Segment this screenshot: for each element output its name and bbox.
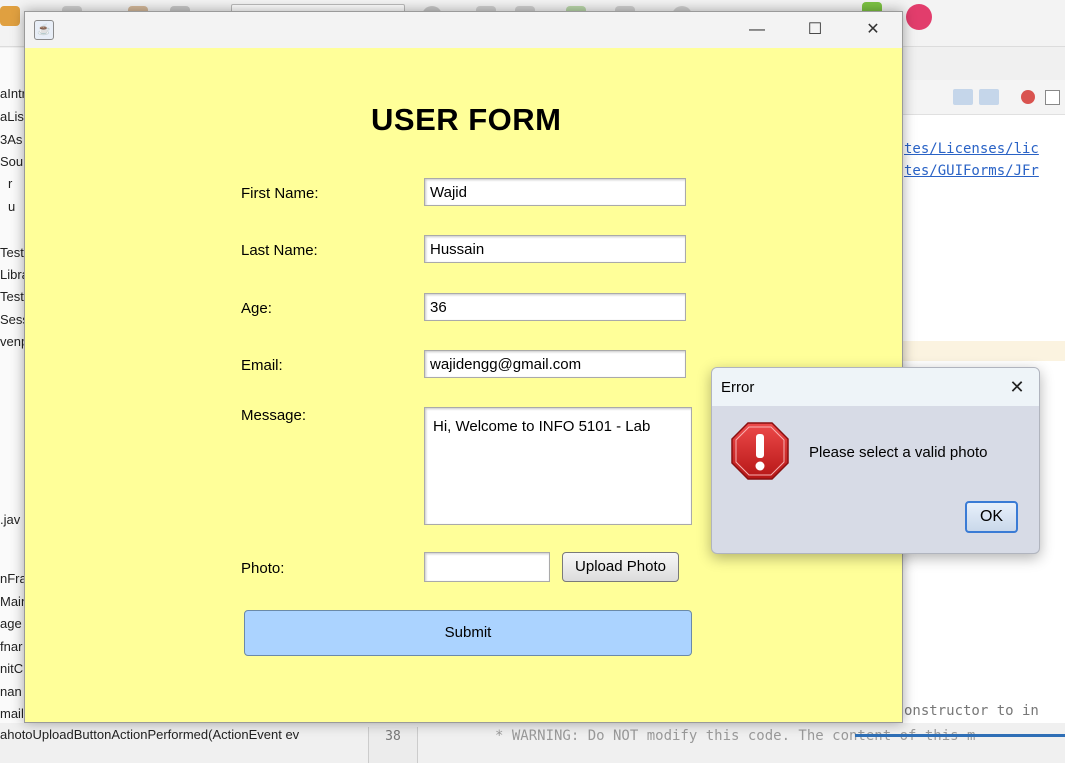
shift-left-icon[interactable] xyxy=(953,89,973,105)
navigator-method[interactable]: ahotoUploadButtonActionPerformed(ActionE… xyxy=(0,727,299,742)
project-item[interactable]: u xyxy=(8,199,15,214)
maximize-button[interactable]: ☐ xyxy=(786,12,844,48)
navigator-item[interactable]: Main xyxy=(0,594,24,609)
shift-right-icon[interactable] xyxy=(979,89,999,105)
toolbar-icon[interactable] xyxy=(906,4,932,30)
dialog-title: Error xyxy=(721,379,755,396)
toolbar-icon[interactable] xyxy=(0,6,20,26)
last-name-field[interactable] xyxy=(424,235,686,263)
scroll-indicator xyxy=(855,734,1065,737)
email-field[interactable] xyxy=(424,350,686,378)
error-dialog: Error ✕ Please select a valid photo OK xyxy=(711,367,1040,554)
project-item[interactable]: Test xyxy=(0,289,24,304)
project-item[interactable]: Libra xyxy=(0,267,24,282)
stop-icon[interactable] xyxy=(1045,90,1060,105)
navigator-item[interactable]: nFra xyxy=(0,571,24,586)
project-item[interactable]: aIntr xyxy=(0,86,24,101)
navigator-item[interactable]: .jav xyxy=(0,512,20,527)
navigator-item[interactable]: nitC xyxy=(0,661,23,676)
submit-button[interactable]: Submit xyxy=(244,610,692,656)
form-title: USER FORM xyxy=(371,102,562,137)
project-item[interactable]: Test xyxy=(0,245,24,260)
message-textarea[interactable]: Hi, Welcome to INFO 5101 - Lab xyxy=(424,407,692,525)
license-link[interactable]: tes/Licenses/lic xyxy=(904,141,1039,157)
navigator-item[interactable]: fnar xyxy=(0,639,22,654)
first-name-label: First Name: xyxy=(241,185,319,202)
error-stop-icon xyxy=(731,422,789,480)
message-label: Message: xyxy=(241,407,307,424)
dialog-titlebar[interactable]: Error ✕ xyxy=(712,368,1039,406)
ide-editor-toolbar xyxy=(903,80,1065,115)
upload-photo-button[interactable]: Upload Photo xyxy=(562,552,679,582)
line-number: 38 xyxy=(368,727,418,763)
ok-button[interactable]: OK xyxy=(965,501,1018,533)
project-item[interactable]: 3As xyxy=(0,132,22,147)
dialog-message: Please select a valid photo xyxy=(809,444,988,461)
project-item[interactable]: Sour xyxy=(0,154,24,169)
project-item[interactable]: r xyxy=(8,176,12,191)
age-label: Age: xyxy=(241,300,272,317)
project-item[interactable]: venp xyxy=(0,334,24,349)
navigator-item[interactable]: nan xyxy=(0,684,22,699)
current-line-highlight xyxy=(903,341,1065,361)
minimize-button[interactable]: — xyxy=(728,12,786,48)
project-item[interactable]: aList xyxy=(0,109,24,124)
ide-project-panel: aIntr aList 3As Sour r u Test Libra Test… xyxy=(0,48,25,763)
last-name-label: Last Name: xyxy=(241,242,318,259)
photo-label: Photo: xyxy=(241,560,285,577)
project-item[interactable]: Sess xyxy=(0,312,24,327)
dialog-close-button[interactable]: ✕ xyxy=(995,368,1039,406)
template-link[interactable]: tes/GUIForms/JFr xyxy=(904,163,1039,179)
code-line: onstructor to in xyxy=(904,703,1039,719)
close-button[interactable]: ✕ xyxy=(844,12,902,48)
java-app-icon: ☕ xyxy=(34,20,54,40)
window-titlebar[interactable]: ☕ — ☐ ✕ xyxy=(25,12,902,48)
navigator-item[interactable]: age xyxy=(0,616,22,631)
photo-path-field[interactable] xyxy=(424,552,550,582)
record-icon[interactable] xyxy=(1021,90,1035,104)
navigator-item[interactable]: mail xyxy=(0,706,24,721)
email-label: Email: xyxy=(241,357,283,374)
age-field[interactable] xyxy=(424,293,686,321)
first-name-field[interactable] xyxy=(424,178,686,206)
